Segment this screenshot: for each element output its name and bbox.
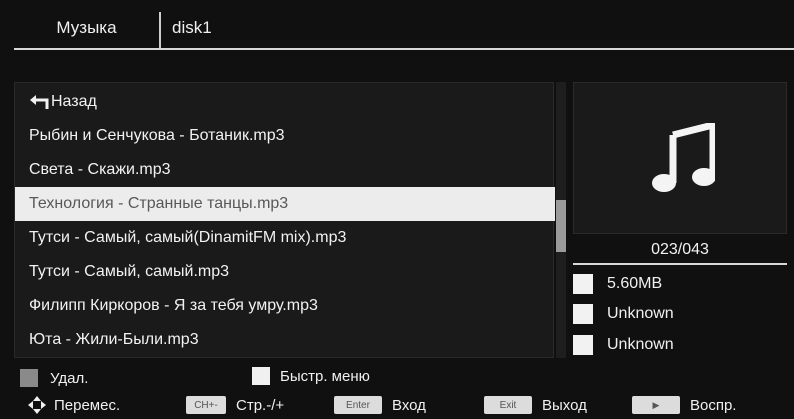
back-label: Назад [51,93,97,110]
tab-divider [159,12,161,50]
header: Музыка disk1 [14,8,794,52]
hint-quick-menu: Быстр. меню [252,367,370,385]
header-divider [14,48,794,50]
album-icon [573,335,593,355]
album-row: Unknown [573,331,787,359]
file-name: Тутси - Самый, самый.mp3 [29,263,230,280]
back-item[interactable]: Назад [15,85,555,119]
hint-move: Перемес. [28,396,120,414]
album-value: Unknown [607,336,674,353]
hint-enter: Enter Вход [334,396,426,414]
hint-enter-label: Вход [392,396,426,414]
list-item-selected[interactable]: Технология - Странные танцы.mp3 [15,187,555,221]
scrollbar-thumb[interactable] [556,200,566,252]
list-item[interactable]: Филипп Киркоров - Я за тебя умру.mp3 [15,289,555,323]
back-arrow-icon [29,94,49,110]
play-key-icon: ▶ [632,396,680,414]
screen: Музыка disk1 Назад Рыбин и Сенчукова - Б… [0,0,794,419]
artist-icon [573,304,593,324]
file-size-icon [573,274,593,294]
breadcrumb-path: disk1 [172,18,212,37]
album-art [573,82,787,234]
file-name: Филипп Киркоров - Я за тебя умру.mp3 [29,297,318,314]
hint-quick-menu-label: Быстр. меню [280,367,370,385]
dpad-icon [28,396,46,414]
list-item[interactable]: Тутси - Самый, самый.mp3 [15,255,555,289]
file-list: Назад Рыбин и Сенчукова - Ботаник.mp3 Св… [14,82,555,358]
hint-page-label: Стр.-/+ [236,396,285,414]
artist-row: Unknown [573,300,787,328]
file-name: Тутси - Самый, самый(DinamitFM mix).mp3 [29,229,347,246]
gray-key-icon [20,369,38,387]
hint-exit: Exit Выход [484,396,587,414]
exit-key-icon: Exit [484,396,532,414]
music-note-icon [652,123,715,192]
ch-key-icon: CH+- [186,396,226,414]
tab-music[interactable]: Музыка [14,8,159,48]
enter-key-icon: Enter [334,396,382,414]
file-name: Юта - Жили-Были.mp3 [29,331,199,348]
hint-delete-label: Удал. [50,369,89,387]
hint-move-label: Перемес. [54,396,121,414]
hint-page: CH+- Стр.-/+ [186,396,284,414]
file-size-row: 5.60MB [573,270,787,298]
list-item[interactable]: Света - Скажи.mp3 [15,153,555,187]
track-counter: 023/043 [651,241,709,258]
hint-exit-label: Выход [542,396,587,414]
white-key-icon [252,367,270,385]
hint-play: ▶ Воспр. [632,396,736,414]
list-item[interactable]: Тутси - Самый, самый(DinamitFM mix).mp3 [15,221,555,255]
file-name: Рыбин и Сенчукова - Ботаник.mp3 [29,127,285,144]
file-size: 5.60MB [607,275,663,292]
scrollbar[interactable] [556,82,566,358]
list-item[interactable]: Юта - Жили-Были.mp3 [15,323,555,357]
counter-divider [573,263,787,265]
file-name: Света - Скажи.mp3 [29,161,171,178]
artist-value: Unknown [607,305,674,322]
file-name: Технология - Странные танцы.mp3 [29,195,289,212]
list-item[interactable]: Рыбин и Сенчукова - Ботаник.mp3 [15,119,555,153]
hint-play-label: Воспр. [690,396,737,414]
hint-delete: Удал. [20,369,88,387]
